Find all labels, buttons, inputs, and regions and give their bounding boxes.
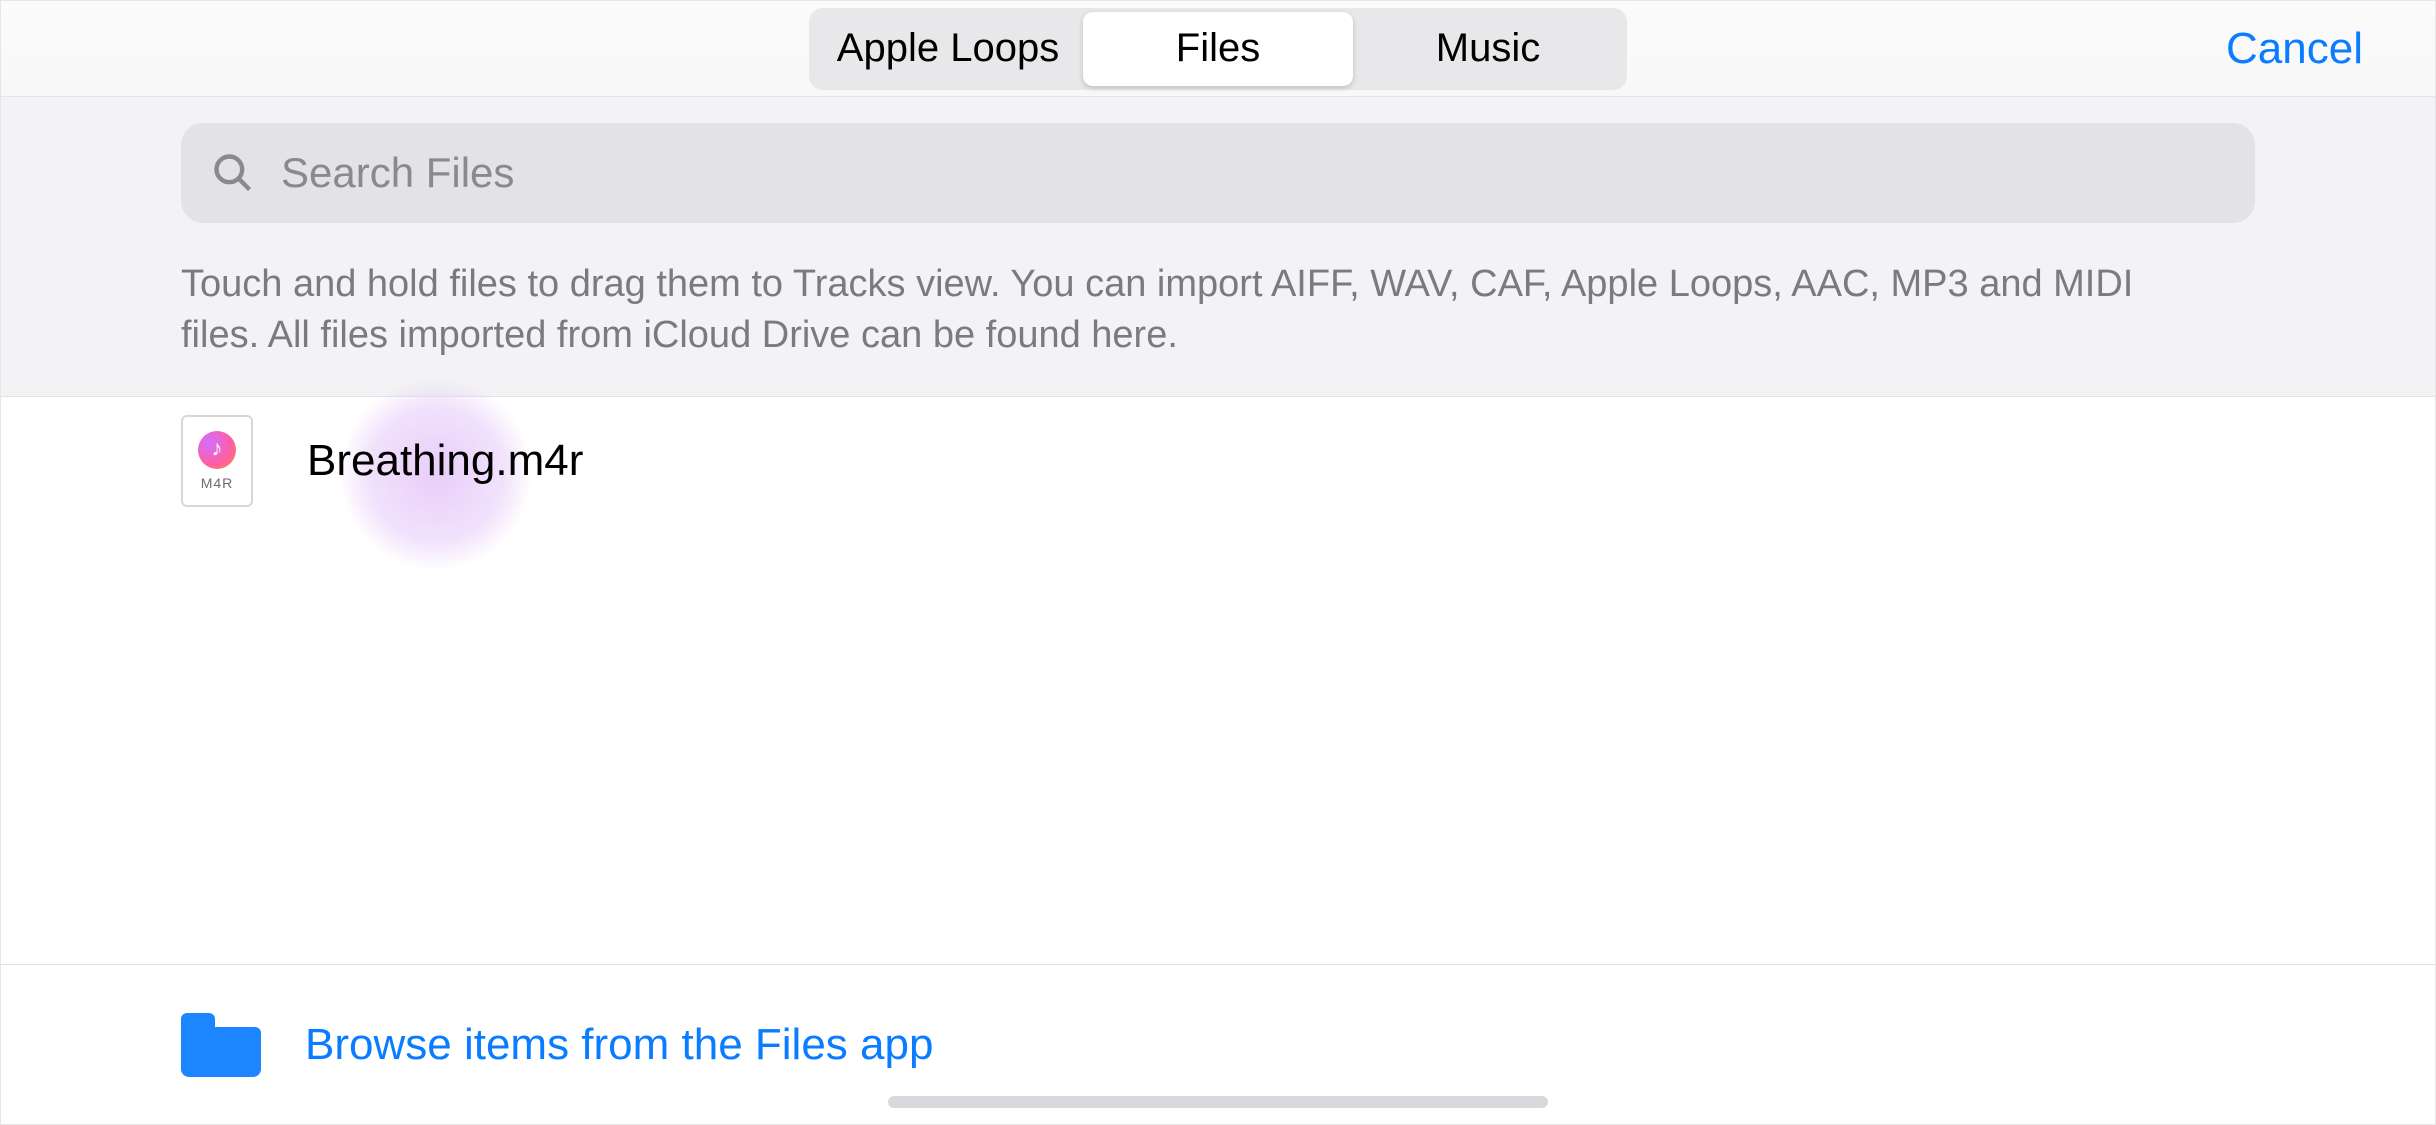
search-input[interactable] (255, 149, 2225, 197)
file-row[interactable]: M4R Breathing.m4r (1, 397, 2435, 527)
file-list: M4R Breathing.m4r (1, 397, 2435, 527)
search-help-area: Touch and hold files to drag them to Tra… (1, 97, 2435, 397)
search-icon (211, 151, 255, 195)
header-bar: Apple Loops Files Music Cancel (1, 1, 2435, 97)
tab-apple-loops[interactable]: Apple Loops (813, 12, 1083, 86)
folder-icon (181, 1013, 261, 1077)
file-name: Breathing.m4r (307, 436, 583, 486)
browse-files-app-link[interactable]: Browse items from the Files app (305, 1020, 933, 1070)
app-root: Apple Loops Files Music Cancel Touch and… (0, 0, 2436, 1125)
footer-bar: Browse items from the Files app (1, 964, 2435, 1124)
home-indicator[interactable] (888, 1096, 1548, 1108)
tab-music[interactable]: Music (1353, 12, 1623, 86)
segmented-control: Apple Loops Files Music (809, 8, 1627, 90)
cancel-button[interactable]: Cancel (2226, 24, 2363, 74)
help-text: Touch and hold files to drag them to Tra… (181, 259, 2181, 362)
search-bar[interactable] (181, 123, 2255, 223)
tab-files[interactable]: Files (1083, 12, 1353, 86)
file-ext-label: M4R (201, 475, 234, 491)
audio-file-icon: M4R (181, 415, 253, 507)
